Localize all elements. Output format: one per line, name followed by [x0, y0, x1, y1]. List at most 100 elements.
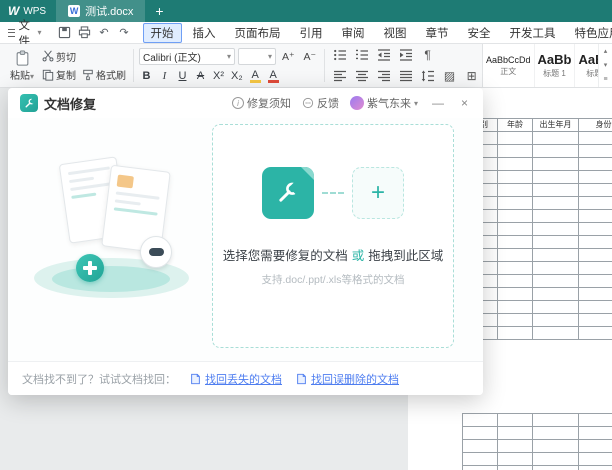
repair-tool-icon — [20, 94, 38, 112]
dialog-body: + 选择您需要修复的文档或拖拽到此区域 支持.doc/.ppt/.xls等格式的… — [8, 118, 483, 361]
robot-mascot — [140, 236, 172, 268]
style-heading-2[interactable]: AaBb( 标题 2 — [575, 44, 598, 87]
dialog-title: 文档修复 — [44, 96, 97, 112]
feedback-link[interactable]: 反馈 — [302, 95, 339, 111]
tab-view[interactable]: 视图 — [376, 23, 415, 43]
font-color-button[interactable]: A — [268, 69, 279, 83]
shrink-font-button[interactable]: A⁻ — [301, 51, 320, 63]
tab-section[interactable]: 章节 — [418, 23, 457, 43]
numbered-list-icon[interactable] — [354, 48, 369, 62]
align-right-icon[interactable] — [376, 69, 391, 83]
tab-references[interactable]: 引用 — [292, 23, 331, 43]
bullet-list-icon[interactable] — [332, 48, 347, 62]
table-row — [463, 414, 612, 427]
copy-button[interactable]: 复制 — [42, 67, 76, 82]
justify-icon[interactable] — [398, 69, 413, 83]
tab-dev-tools[interactable]: 开发工具 — [502, 23, 564, 43]
grow-font-button[interactable]: A⁺ — [279, 51, 298, 63]
repair-document-icon — [262, 167, 314, 219]
subscript-button[interactable]: X₂ — [231, 70, 243, 82]
redo-icon[interactable]: ↷ — [118, 26, 131, 39]
gallery-scroll-down[interactable]: ▾ — [599, 58, 612, 72]
tab-special-features[interactable]: 特色应用 — [567, 23, 612, 43]
tab-insert[interactable]: 插入 — [185, 23, 224, 43]
table-header: 出生年月 — [533, 119, 579, 132]
strikethrough-button[interactable]: A — [195, 70, 206, 82]
clipboard-group: 剪切 复制 格式刷 — [40, 46, 128, 85]
paragraph-group: ¶ ▨ ⊞ — [330, 46, 479, 85]
format-painter-icon — [83, 69, 93, 80]
tab-home[interactable]: 开始 — [142, 22, 182, 43]
borders-icon[interactable]: ⊞ — [464, 69, 479, 83]
file-menu[interactable]: 文件 ▾ — [0, 20, 50, 48]
paste-button[interactable]: 粘贴▾ — [4, 46, 40, 85]
writer-doc-icon: W — [68, 5, 81, 17]
font-size-select[interactable]: ▾ — [238, 48, 276, 65]
dialog-close-button[interactable]: × — [458, 96, 471, 110]
underline-button[interactable]: U — [177, 70, 188, 82]
tab-page-layout[interactable]: 页面布局 — [227, 23, 289, 43]
align-left-icon[interactable] — [332, 69, 347, 83]
dropzone-hint: 支持.doc/.ppt/.xls等格式的文档 — [261, 274, 405, 286]
table-row — [463, 197, 612, 210]
gallery-more-button[interactable]: ≡ — [599, 73, 612, 87]
format-painter-button[interactable]: 格式刷 — [82, 67, 126, 82]
table-row — [463, 158, 612, 171]
toolbar-divider — [133, 49, 134, 82]
table-row — [463, 236, 612, 249]
scissors-icon — [42, 50, 54, 62]
paragraph-mark-icon[interactable]: ¶ — [420, 48, 435, 62]
table-header: 年龄 — [498, 119, 533, 132]
style-normal[interactable]: AaBbCcDd 正文 — [483, 44, 535, 87]
feedback-icon — [302, 97, 314, 109]
file-dropzone[interactable]: + 选择您需要修复的文档或拖拽到此区域 支持.doc/.ppt/.xls等格式的… — [212, 124, 454, 348]
table-row — [463, 301, 612, 314]
highlight-color-button[interactable]: A — [250, 69, 261, 83]
recover-lost-link[interactable]: 找回丢失的文档 — [190, 371, 282, 387]
recover-prompt: 文档找不到了？试试文档找回： — [22, 373, 176, 386]
decrease-indent-icon[interactable] — [376, 48, 391, 62]
document-tab[interactable]: W 测试.docx — [56, 0, 146, 22]
superscript-button[interactable]: X² — [213, 70, 224, 82]
bold-button[interactable]: B — [141, 70, 152, 82]
save-icon[interactable] — [58, 26, 71, 39]
repair-notice-link[interactable]: i 修复须知 — [231, 95, 291, 111]
shading-icon[interactable]: ▨ — [442, 69, 457, 83]
table-row — [463, 440, 612, 453]
align-center-icon[interactable] — [354, 69, 369, 83]
tab-security[interactable]: 安全 — [460, 23, 499, 43]
font-name-select[interactable]: Calibri (正文) ▾ — [139, 48, 235, 65]
table-row — [463, 327, 612, 340]
cut-button[interactable]: 剪切 — [42, 49, 76, 64]
print-icon[interactable] — [78, 26, 91, 39]
style-heading-1[interactable]: AaBb 标题 1 — [535, 44, 576, 87]
line-spacing-icon[interactable] — [420, 69, 435, 83]
table-row — [463, 184, 612, 197]
app-name: WPS — [23, 5, 47, 17]
toolbar-divider — [324, 49, 326, 82]
doc-recover-icon — [297, 373, 306, 384]
table-header: 身份证号 — [579, 119, 612, 132]
wps-window: W WPS W 测试.docx + 文件 ▾ ↶ ↷ 开始 插入 页面布局 引用… — [0, 0, 612, 470]
menubar: 文件 ▾ ↶ ↷ 开始 插入 页面布局 引用 审阅 视图 章节 安全 开发工具 … — [0, 20, 612, 48]
dialog-header: 文档修复 i 修复须知 反馈 紫气东来 ▾ — × — [8, 88, 483, 118]
table-row — [463, 288, 612, 301]
font-group: Calibri (正文) ▾ ▾ A⁺ A⁻ B I U A X² X₂ A A — [139, 46, 319, 85]
titlebar: W WPS W 测试.docx + — [0, 0, 612, 22]
add-file-target[interactable]: + — [352, 167, 404, 219]
gallery-scroll-up[interactable]: ▴ — [599, 44, 612, 58]
tab-review[interactable]: 审阅 — [334, 23, 373, 43]
italic-button[interactable]: I — [159, 70, 170, 82]
recover-deleted-link[interactable]: 找回误删除的文档 — [296, 371, 399, 387]
chevron-down-icon: ▾ — [413, 98, 418, 108]
workspace: 性别 年龄 出生年月 身份证号 — [0, 88, 612, 470]
increase-indent-icon[interactable] — [398, 48, 413, 62]
table-row — [463, 427, 612, 440]
repair-cross-icon — [76, 254, 104, 282]
dialog-minimize-button[interactable]: — — [429, 96, 447, 110]
quick-access-toolbar: ↶ ↷ — [50, 26, 139, 39]
new-tab-button[interactable]: + — [145, 0, 173, 22]
undo-icon[interactable]: ↶ — [98, 26, 111, 39]
repair-illustration — [28, 156, 203, 318]
account-menu[interactable]: 紫气东来 ▾ — [349, 95, 418, 111]
